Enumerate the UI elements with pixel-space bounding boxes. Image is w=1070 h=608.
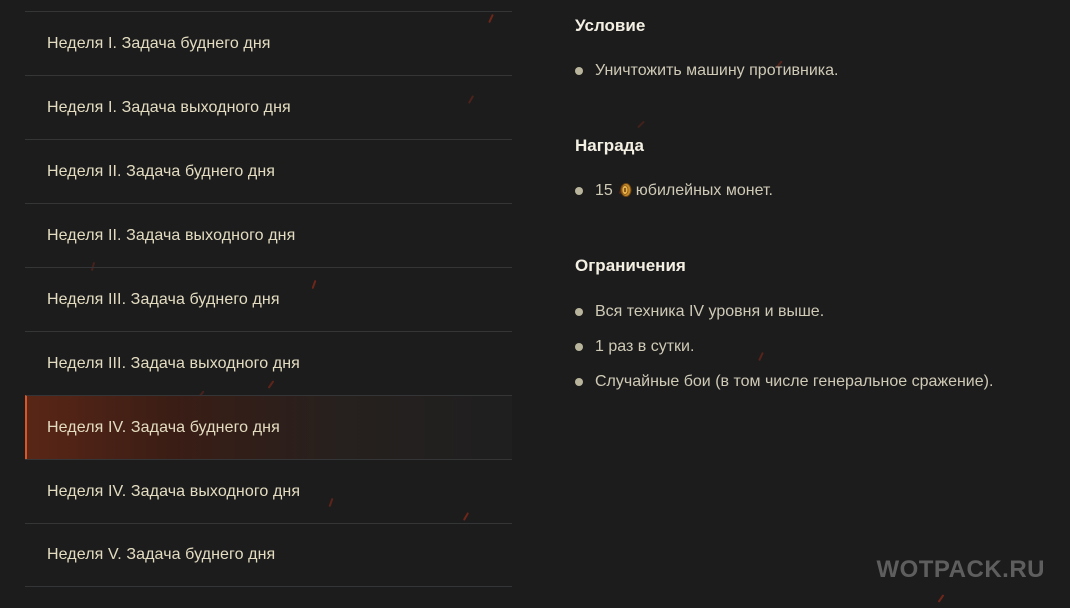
restrictions-list: Вся техника IV уровня и выше. 1 раз в су… (575, 302, 993, 407)
reward-amount: 15 (595, 182, 613, 199)
task-item-week1-weekend[interactable]: Неделя I. Задача выходного дня (25, 75, 512, 139)
reward-title: Награда (575, 136, 644, 155)
restriction-item: Случайные бои (в том числе генеральное с… (575, 372, 993, 407)
restrictions-section: Ограничения Вся техника IV уровня и выше… (575, 256, 993, 407)
task-item-week4-weekend[interactable]: Неделя IV. Задача выходного дня (25, 459, 512, 523)
task-item-week3-weekday[interactable]: Неделя III. Задача буднего дня (25, 267, 512, 331)
bullet-icon (575, 343, 583, 351)
task-item-week2-weekday[interactable]: Неделя II. Задача буднего дня (25, 139, 512, 203)
task-item-week4-weekday[interactable]: Неделя IV. Задача буднего дня (25, 395, 512, 459)
bullet-icon (575, 308, 583, 316)
reward-section: Награда 15 юбилейных монет. (575, 136, 773, 216)
task-item-week1-weekday[interactable]: Неделя I. Задача буднего дня (25, 11, 512, 75)
bullet-icon (575, 187, 583, 195)
restrictions-title: Ограничения (575, 256, 686, 275)
reward-list: 15 юбилейных монет. (575, 181, 773, 216)
restriction-text: Случайные бои (в том числе генеральное с… (595, 373, 994, 390)
reward-text: юбилейных монет. (635, 182, 773, 199)
restriction-text: Вся техника IV уровня и выше. (595, 303, 825, 320)
bullet-icon (575, 67, 583, 75)
restriction-item: 1 раз в сутки. (575, 337, 993, 372)
reward-item: 15 юбилейных монет. (575, 181, 773, 216)
bullet-icon (575, 378, 583, 386)
restriction-item: Вся техника IV уровня и выше. (575, 302, 993, 337)
condition-section: Условие Уничтожить машину противника. (575, 16, 838, 96)
watermark-logo: WOTPACK.RU (876, 556, 1045, 583)
condition-text: Уничтожить машину противника. (595, 62, 839, 79)
restriction-text: 1 раз в сутки. (595, 338, 695, 355)
condition-list: Уничтожить машину противника. (575, 61, 838, 96)
task-item-week2-weekend[interactable]: Неделя II. Задача выходного дня (25, 203, 512, 267)
condition-item: Уничтожить машину противника. (575, 61, 838, 96)
task-list: Неделя I. Задача буднего дня Неделя I. З… (25, 11, 512, 587)
condition-title: Условие (575, 16, 646, 35)
task-item-week3-weekend[interactable]: Неделя III. Задача выходного дня (25, 331, 512, 395)
task-item-week5-weekday[interactable]: Неделя V. Задача буднего дня (25, 523, 512, 587)
coin-icon (618, 182, 632, 198)
